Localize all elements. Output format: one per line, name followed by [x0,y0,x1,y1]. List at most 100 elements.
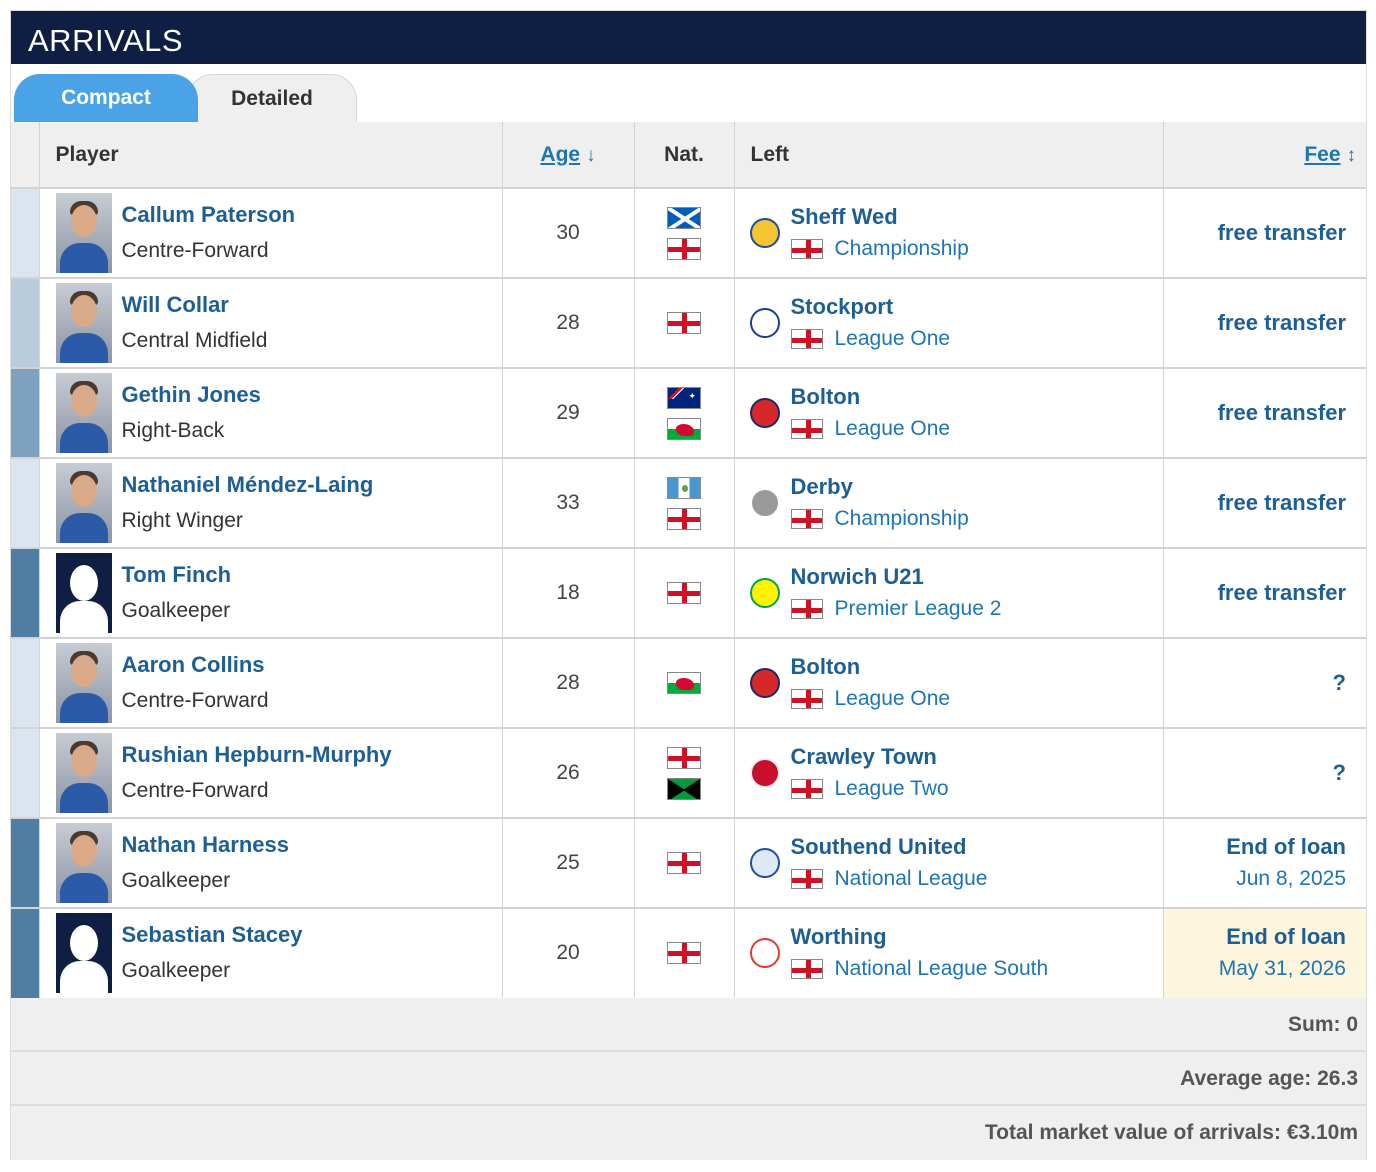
table-row: Gethin Jones Right-Back 29 australia-fla… [11,368,1366,459]
club-name-link[interactable]: Worthing [791,921,1049,953]
fee-link[interactable]: ? [1164,667,1346,699]
fee-link[interactable]: free transfer [1164,577,1346,609]
player-name-link[interactable]: Aaron Collins [122,647,269,683]
player-photo[interactable] [55,193,112,273]
league-link[interactable]: Championship [790,233,969,265]
player-name-link[interactable]: Rushian Hepburn-Murphy [122,737,392,773]
league-link[interactable]: League Two [790,773,949,805]
club-name-link[interactable]: Derby [791,471,969,503]
league-name[interactable]: Championship [835,503,969,535]
top-edge [0,0,1376,4]
derby-crest-icon[interactable] [749,486,781,520]
player-name-link[interactable]: Nathan Harness [122,827,290,863]
club-name-link[interactable]: Crawley Town [791,741,949,773]
league-link[interactable]: Premier League 2 [790,593,1002,625]
player-photo[interactable] [55,463,112,543]
player-cell: Aaron Collins Centre-Forward [39,638,503,729]
row-stripe [11,728,40,819]
nationality-cell: england-flag [634,908,735,999]
player-position: Right-Back [121,419,225,442]
league-link[interactable]: Championship [790,503,969,535]
england-flag-icon [790,509,823,529]
player-cell: Rushian Hepburn-Murphy Centre-Forward [39,728,503,819]
player-name-link[interactable]: Will Collar [122,287,268,323]
player-photo[interactable] [55,643,112,723]
league-name[interactable]: Championship [835,233,969,265]
player-name-link[interactable]: Tom Finch [122,557,232,593]
tab-compact[interactable]: Compact [14,74,198,122]
header-fee[interactable]: Fee ↕ [1163,122,1366,189]
player-name-link[interactable]: Sebastian Stacey [122,917,303,953]
age-cell: 29 [502,368,635,459]
league-link[interactable]: National League [790,863,988,895]
player-photo[interactable] [55,283,112,363]
table-header-row: Player Age ↓ Nat. Left Fee ↕ [11,122,1366,189]
player-photo-placeholder[interactable] [55,913,112,994]
league-link[interactable]: League One [790,323,951,355]
player-name-link[interactable]: Nathaniel Méndez-Laing [122,467,374,503]
club-name-link[interactable]: Sheff Wed [791,201,969,233]
england-flag: england-flag [667,507,701,530]
fee-link[interactable]: free transfer [1164,217,1346,249]
league-name[interactable]: League One [835,323,951,355]
sort-fee-link[interactable]: Fee [1304,143,1340,166]
nationality-cell: scotland-flag england-flag [634,188,735,279]
crawley-crest-icon[interactable] [749,756,781,790]
club-name-link[interactable]: Bolton [791,381,951,413]
sort-down-icon: ↓ [586,144,596,166]
stockport-crest-icon[interactable] [749,306,781,340]
table-row: Sebastian Stacey Goalkeeper 20 england-f… [11,908,1366,999]
row-stripe [11,188,40,279]
southend-crest-icon[interactable] [749,846,781,880]
norwich-crest-icon[interactable] [749,576,781,610]
fee-link[interactable]: free transfer [1164,487,1346,519]
player-name-link[interactable]: Callum Paterson [122,197,296,233]
row-stripe [11,638,40,729]
league-name[interactable]: League One [835,413,951,445]
australia-flag: australia-flag [667,386,701,409]
player-name-link[interactable]: Gethin Jones [122,377,261,413]
left-club-cell: Stockport League One [734,278,1164,369]
fee-link[interactable]: free transfer [1164,307,1346,339]
bolton-crest-icon[interactable] [749,396,781,430]
league-name[interactable]: League Two [835,773,949,805]
england-flag: england-flag [667,942,701,965]
tab-detailed[interactable]: Detailed [187,74,357,122]
club-name-link[interactable]: Bolton [791,651,951,683]
bolton-crest-icon[interactable] [749,666,781,700]
league-name[interactable]: Premier League 2 [835,593,1002,625]
row-stripe [11,548,40,639]
player-photo[interactable] [55,733,112,813]
league-name[interactable]: National League South [835,953,1049,985]
england-flag: england-flag [667,852,701,874]
player-photo-placeholder[interactable] [55,553,112,633]
club-name-link[interactable]: Norwich U21 [791,561,1002,593]
worthing-crest-icon[interactable] [749,936,781,970]
sheffield-wednesday-crest-icon[interactable] [749,216,781,250]
league-name[interactable]: League One [835,683,951,715]
league-name[interactable]: National League [835,863,988,895]
fee-date: May 31, 2026 [1218,957,1346,981]
header-age[interactable]: Age ↓ [502,122,635,189]
player-position: Goalkeeper [121,959,231,983]
league-link[interactable]: National League South [790,953,1049,985]
row-stripe [11,368,40,459]
league-link[interactable]: League One [790,413,951,445]
league-link[interactable]: League One [790,683,951,715]
left-club-cell: Norwich U21 Premier League 2 [734,548,1164,639]
fee-link[interactable]: End of loan [1164,831,1346,863]
table-row: Aaron Collins Centre-Forward 28 wales-fl… [11,638,1366,729]
fee-link[interactable]: free transfer [1164,397,1346,429]
box-header: ARRIVALS [11,11,1366,64]
fee-link[interactable]: End of loan [1164,921,1346,953]
header-player: Player [39,122,503,189]
player-photo[interactable] [55,373,112,453]
fee-cell: free transfer [1163,548,1366,639]
player-position: Centre-Forward [121,239,269,262]
club-name-link[interactable]: Stockport [791,291,951,323]
sort-age-link[interactable]: Age [540,143,580,166]
fee-link[interactable]: ? [1164,757,1346,789]
england-flag-icon [790,779,823,799]
player-photo[interactable] [55,823,112,903]
club-name-link[interactable]: Southend United [791,831,988,863]
